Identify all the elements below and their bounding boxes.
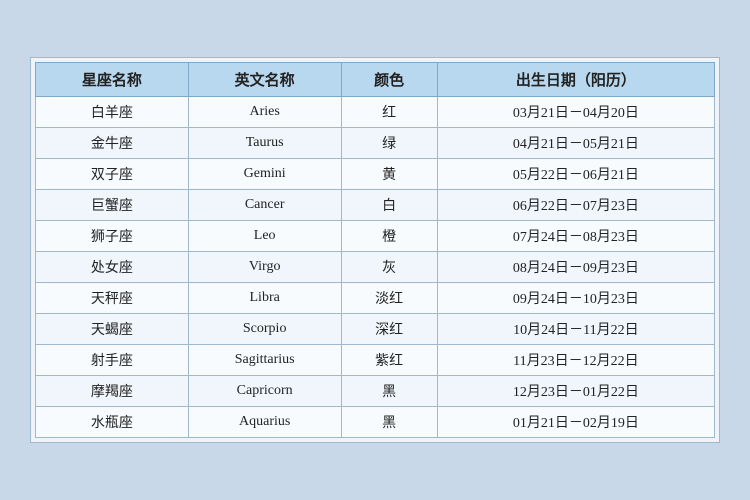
header-english-name: 英文名称 [188, 63, 341, 97]
header-chinese-name: 星座名称 [36, 63, 189, 97]
table-row: 水瓶座Aquarius黑01月21日－02月19日 [36, 407, 715, 438]
cell-color: 淡红 [341, 283, 437, 314]
cell-color: 红 [341, 97, 437, 128]
table-header-row: 星座名称 英文名称 颜色 出生日期（阳历） [36, 63, 715, 97]
cell-english-name: Cancer [188, 190, 341, 221]
cell-chinese-name: 金牛座 [36, 128, 189, 159]
cell-dates: 10月24日－11月22日 [437, 314, 714, 345]
cell-chinese-name: 处女座 [36, 252, 189, 283]
cell-english-name: Virgo [188, 252, 341, 283]
cell-chinese-name: 射手座 [36, 345, 189, 376]
cell-chinese-name: 白羊座 [36, 97, 189, 128]
cell-chinese-name: 天蝎座 [36, 314, 189, 345]
table-row: 摩羯座Capricorn黑12月23日－01月22日 [36, 376, 715, 407]
cell-dates: 04月21日－05月21日 [437, 128, 714, 159]
table-row: 射手座Sagittarius紫红11月23日－12月22日 [36, 345, 715, 376]
cell-color: 绿 [341, 128, 437, 159]
cell-color: 白 [341, 190, 437, 221]
table-body: 白羊座Aries红03月21日－04月20日金牛座Taurus绿04月21日－0… [36, 97, 715, 438]
cell-english-name: Aquarius [188, 407, 341, 438]
cell-dates: 12月23日－01月22日 [437, 376, 714, 407]
cell-dates: 05月22日－06月21日 [437, 159, 714, 190]
cell-dates: 03月21日－04月20日 [437, 97, 714, 128]
cell-chinese-name: 狮子座 [36, 221, 189, 252]
table-row: 金牛座Taurus绿04月21日－05月21日 [36, 128, 715, 159]
cell-english-name: Sagittarius [188, 345, 341, 376]
cell-english-name: Libra [188, 283, 341, 314]
cell-chinese-name: 巨蟹座 [36, 190, 189, 221]
zodiac-table-container: 星座名称 英文名称 颜色 出生日期（阳历） 白羊座Aries红03月21日－04… [30, 57, 720, 443]
table-row: 处女座Virgo灰08月24日－09月23日 [36, 252, 715, 283]
cell-color: 黄 [341, 159, 437, 190]
cell-color: 橙 [341, 221, 437, 252]
cell-english-name: Taurus [188, 128, 341, 159]
zodiac-table: 星座名称 英文名称 颜色 出生日期（阳历） 白羊座Aries红03月21日－04… [35, 62, 715, 438]
cell-chinese-name: 水瓶座 [36, 407, 189, 438]
table-row: 双子座Gemini黄05月22日－06月21日 [36, 159, 715, 190]
cell-chinese-name: 摩羯座 [36, 376, 189, 407]
cell-chinese-name: 天秤座 [36, 283, 189, 314]
table-row: 白羊座Aries红03月21日－04月20日 [36, 97, 715, 128]
table-row: 狮子座Leo橙07月24日－08月23日 [36, 221, 715, 252]
header-dates: 出生日期（阳历） [437, 63, 714, 97]
cell-dates: 08月24日－09月23日 [437, 252, 714, 283]
cell-dates: 11月23日－12月22日 [437, 345, 714, 376]
cell-dates: 06月22日－07月23日 [437, 190, 714, 221]
cell-english-name: Leo [188, 221, 341, 252]
cell-english-name: Scorpio [188, 314, 341, 345]
cell-color: 灰 [341, 252, 437, 283]
cell-color: 黑 [341, 376, 437, 407]
cell-chinese-name: 双子座 [36, 159, 189, 190]
cell-color: 黑 [341, 407, 437, 438]
cell-color: 紫红 [341, 345, 437, 376]
cell-dates: 09月24日－10月23日 [437, 283, 714, 314]
cell-english-name: Aries [188, 97, 341, 128]
table-row: 天蝎座Scorpio深红10月24日－11月22日 [36, 314, 715, 345]
header-color: 颜色 [341, 63, 437, 97]
cell-dates: 07月24日－08月23日 [437, 221, 714, 252]
cell-color: 深红 [341, 314, 437, 345]
cell-english-name: Gemini [188, 159, 341, 190]
table-row: 巨蟹座Cancer白06月22日－07月23日 [36, 190, 715, 221]
table-row: 天秤座Libra淡红09月24日－10月23日 [36, 283, 715, 314]
cell-english-name: Capricorn [188, 376, 341, 407]
cell-dates: 01月21日－02月19日 [437, 407, 714, 438]
